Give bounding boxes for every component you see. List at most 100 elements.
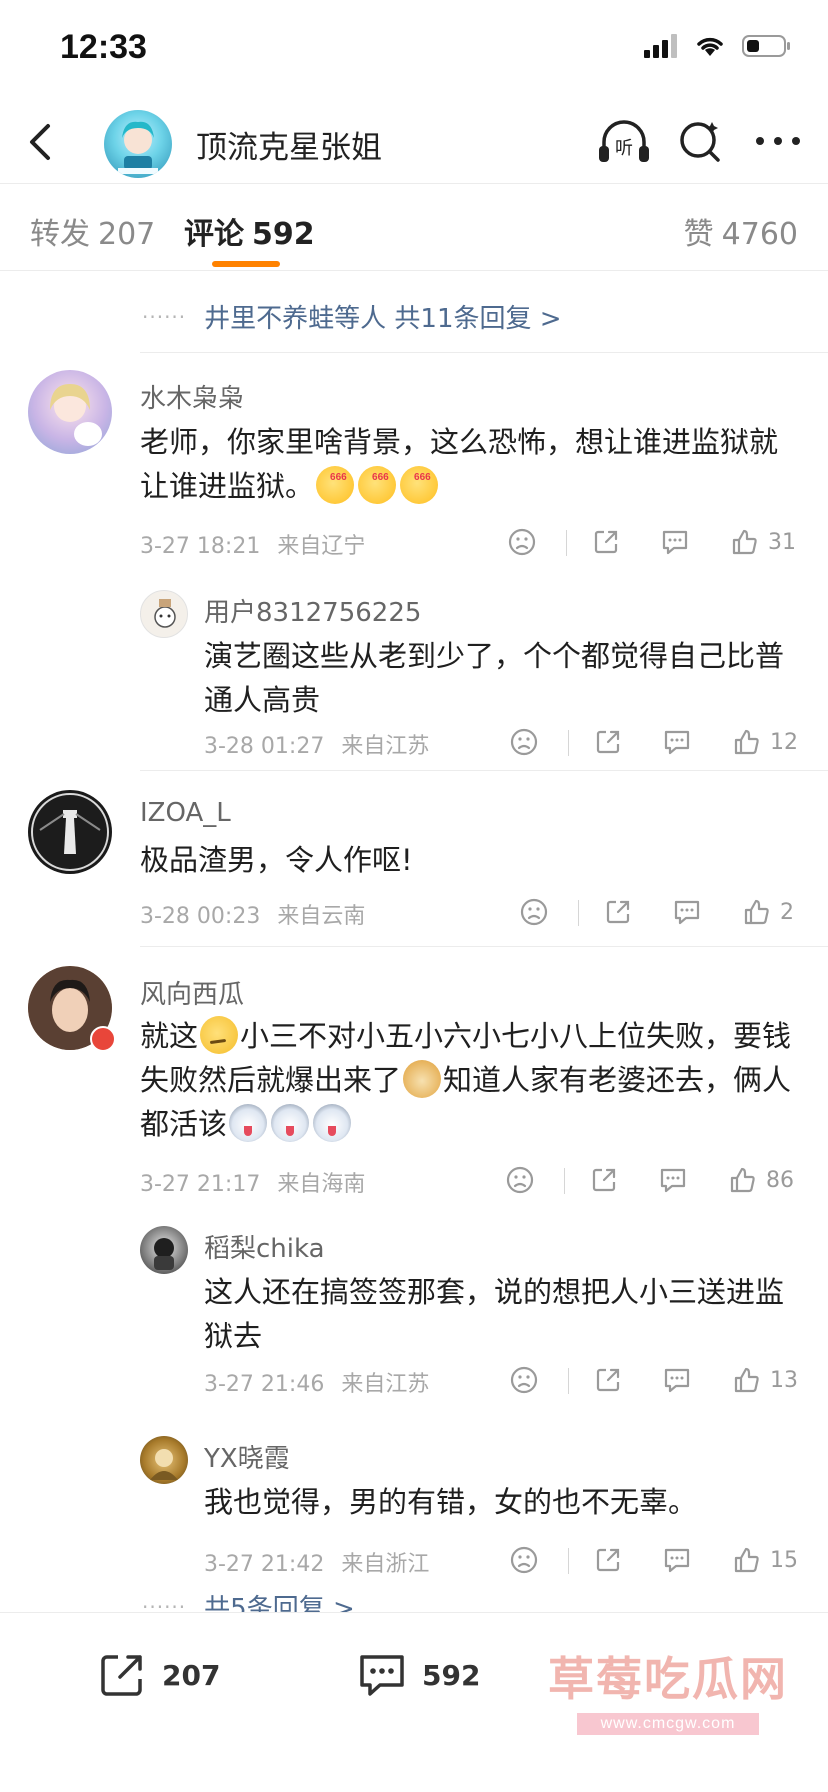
- share-button[interactable]: [604, 894, 632, 930]
- username[interactable]: IZOA_L: [140, 798, 231, 828]
- comment-location: 来自海南: [277, 1172, 366, 1197]
- share-icon: [101, 1655, 142, 1696]
- reply-button[interactable]: [662, 724, 692, 760]
- awkward-face-emoji-icon: [200, 1016, 239, 1054]
- tab-repost[interactable]: 转发 207: [30, 209, 155, 253]
- thumbs-up-icon: [744, 899, 769, 925]
- like-button[interactable]: 15: [732, 1542, 798, 1578]
- comment-text: 就这 小三不对小五小六小七小八上位失败，要钱失败然后就爆出来了 知道人家有老婆还去，…: [140, 1014, 800, 1146]
- frown-face-icon: [508, 528, 536, 556]
- dislike-button[interactable]: [520, 894, 548, 930]
- share-button[interactable]: [590, 1162, 618, 1198]
- status-icons: [644, 34, 792, 58]
- reply-button[interactable]: [662, 1542, 692, 1578]
- author-avatar[interactable]: [104, 110, 172, 178]
- reply-meta: 3-27 21:46 来自江苏: [204, 1366, 429, 1398]
- repost-button[interactable]: 207: [98, 1651, 220, 1699]
- reply-username[interactable]: 用户8312756225: [204, 592, 421, 629]
- tab-like[interactable]: 赞 4760: [684, 209, 798, 253]
- like-count: 13: [770, 1367, 798, 1393]
- reply-username[interactable]: 稻梨chika: [204, 1228, 325, 1265]
- like-button[interactable]: 13: [732, 1362, 798, 1398]
- reply-location: 来自江苏: [341, 1372, 430, 1397]
- frown-face-icon: [510, 1546, 538, 1574]
- status-bar: 12:33: [0, 0, 828, 100]
- comment-time: 3-27 18:21: [140, 534, 261, 559]
- share-icon: [594, 530, 618, 554]
- battery-icon: [742, 35, 790, 57]
- reply-button[interactable]: [662, 1362, 692, 1398]
- username[interactable]: 风向西瓜: [140, 974, 244, 1011]
- action-separator: [564, 1168, 565, 1194]
- share-button[interactable]: [594, 1542, 622, 1578]
- comment-text-body: 老师，你家里啥背景，这么恐怖，想让谁进监狱就让谁进监狱。: [140, 425, 779, 503]
- like-button[interactable]: 86: [728, 1162, 794, 1198]
- tab-like-count: 4760: [721, 217, 798, 252]
- comment-text-part1: 就这: [140, 1019, 199, 1053]
- comment-location: 来自云南: [277, 904, 366, 929]
- comment-button[interactable]: 592: [356, 1651, 480, 1699]
- back-button[interactable]: [22, 120, 62, 164]
- reply-username[interactable]: YX晓霞: [204, 1438, 290, 1475]
- search-icon: [680, 122, 720, 162]
- dislike-button[interactable]: [506, 1162, 534, 1198]
- tab-like-label: 赞: [683, 217, 714, 252]
- like-button[interactable]: 2: [742, 894, 794, 930]
- user-avatar-icon: [154, 1238, 174, 1270]
- reply-actions: 15: [510, 1542, 810, 1578]
- comment-bubble-icon: [664, 1548, 690, 1573]
- reply-text: 这人还在搞签签那套，说的想把人小三送进监狱去: [204, 1275, 785, 1353]
- listen-button[interactable]: 听: [596, 116, 652, 166]
- avatar[interactable]: [28, 370, 112, 454]
- page-title: 顶流克星张姐: [196, 130, 382, 166]
- dislike-button[interactable]: [510, 1362, 538, 1398]
- reply-text: 我也觉得，男的有错，女的也不无辜。: [204, 1485, 698, 1519]
- avatar[interactable]: [140, 1226, 188, 1274]
- reply-text: 演艺圈这些从老到少了，个个都觉得自己比普通人高贵: [204, 639, 785, 717]
- username[interactable]: 水木枭枭: [140, 378, 244, 415]
- anime-avatar-icon: [118, 121, 158, 174]
- tab-repost-label: 转发: [30, 217, 90, 252]
- dislike-button[interactable]: [510, 724, 538, 760]
- tab-comment[interactable]: 评论 592: [184, 209, 315, 253]
- lighthouse-logo-icon: [31, 793, 109, 871]
- comment-text: 老师，你家里啥背景，这么恐怖，想让谁进监狱就让谁进监狱。: [140, 420, 800, 508]
- husky-emoji-icon: [271, 1104, 310, 1142]
- frown-face-icon: [520, 898, 548, 926]
- like-button[interactable]: 12: [732, 724, 798, 760]
- avatar[interactable]: [28, 790, 112, 874]
- search-button[interactable]: [676, 116, 724, 166]
- dots-divider-icon: ······: [142, 304, 187, 329]
- share-button[interactable]: [594, 1362, 622, 1398]
- more-replies-link[interactable]: ······ 井里不养蛙等人 共11条回复 >: [142, 298, 562, 335]
- doge-emoji-icon: [403, 1060, 442, 1098]
- user-avatar-icon: [154, 599, 176, 628]
- more-replies-text: 井里不养蛙等人 共11条回复 >: [204, 304, 562, 334]
- like-count: 15: [770, 1547, 798, 1573]
- share-button[interactable]: [594, 724, 622, 760]
- tab-comment-label: 评论: [184, 217, 244, 252]
- reply-time: 3-27 21:42: [204, 1552, 325, 1577]
- comment-item: 风向西瓜 就这 小三不对小五小六小七小八上位失败，要钱失败然后就爆出来了 知道人家有…: [0, 946, 828, 1624]
- chevron-left-icon: [30, 124, 50, 160]
- comment-actions: 86: [506, 1162, 806, 1198]
- like-button[interactable]: 31: [730, 524, 796, 560]
- avatar[interactable]: [28, 966, 116, 1052]
- comment-item: 水木枭枭 老师，你家里啥背景，这么恐怖，想让谁进监狱就让谁进监狱。 3-27 1…: [0, 352, 828, 792]
- reply-button[interactable]: [672, 894, 702, 930]
- reply-meta: 3-28 01:27 来自江苏: [204, 728, 429, 760]
- dislike-button[interactable]: [508, 524, 536, 560]
- comment-actions: 2: [520, 894, 810, 930]
- avatar[interactable]: [140, 1436, 188, 1484]
- reply-button[interactable]: [660, 524, 690, 560]
- headphones-icon: 听: [599, 120, 649, 162]
- comment-time: 3-28 00:23: [140, 904, 261, 929]
- share-button[interactable]: [592, 524, 620, 560]
- comment-text: 极品渣男，令人作呕!: [140, 843, 413, 877]
- reply-button[interactable]: [658, 1162, 688, 1198]
- dislike-button[interactable]: [510, 1542, 538, 1578]
- verified-badge-icon: [90, 1026, 116, 1052]
- more-options-button[interactable]: [748, 116, 808, 166]
- comment-list: ······ 井里不养蛙等人 共11条回复 > 水木枭枭 老师，你家里啥背景，这…: [0, 272, 828, 1624]
- avatar[interactable]: [140, 590, 188, 638]
